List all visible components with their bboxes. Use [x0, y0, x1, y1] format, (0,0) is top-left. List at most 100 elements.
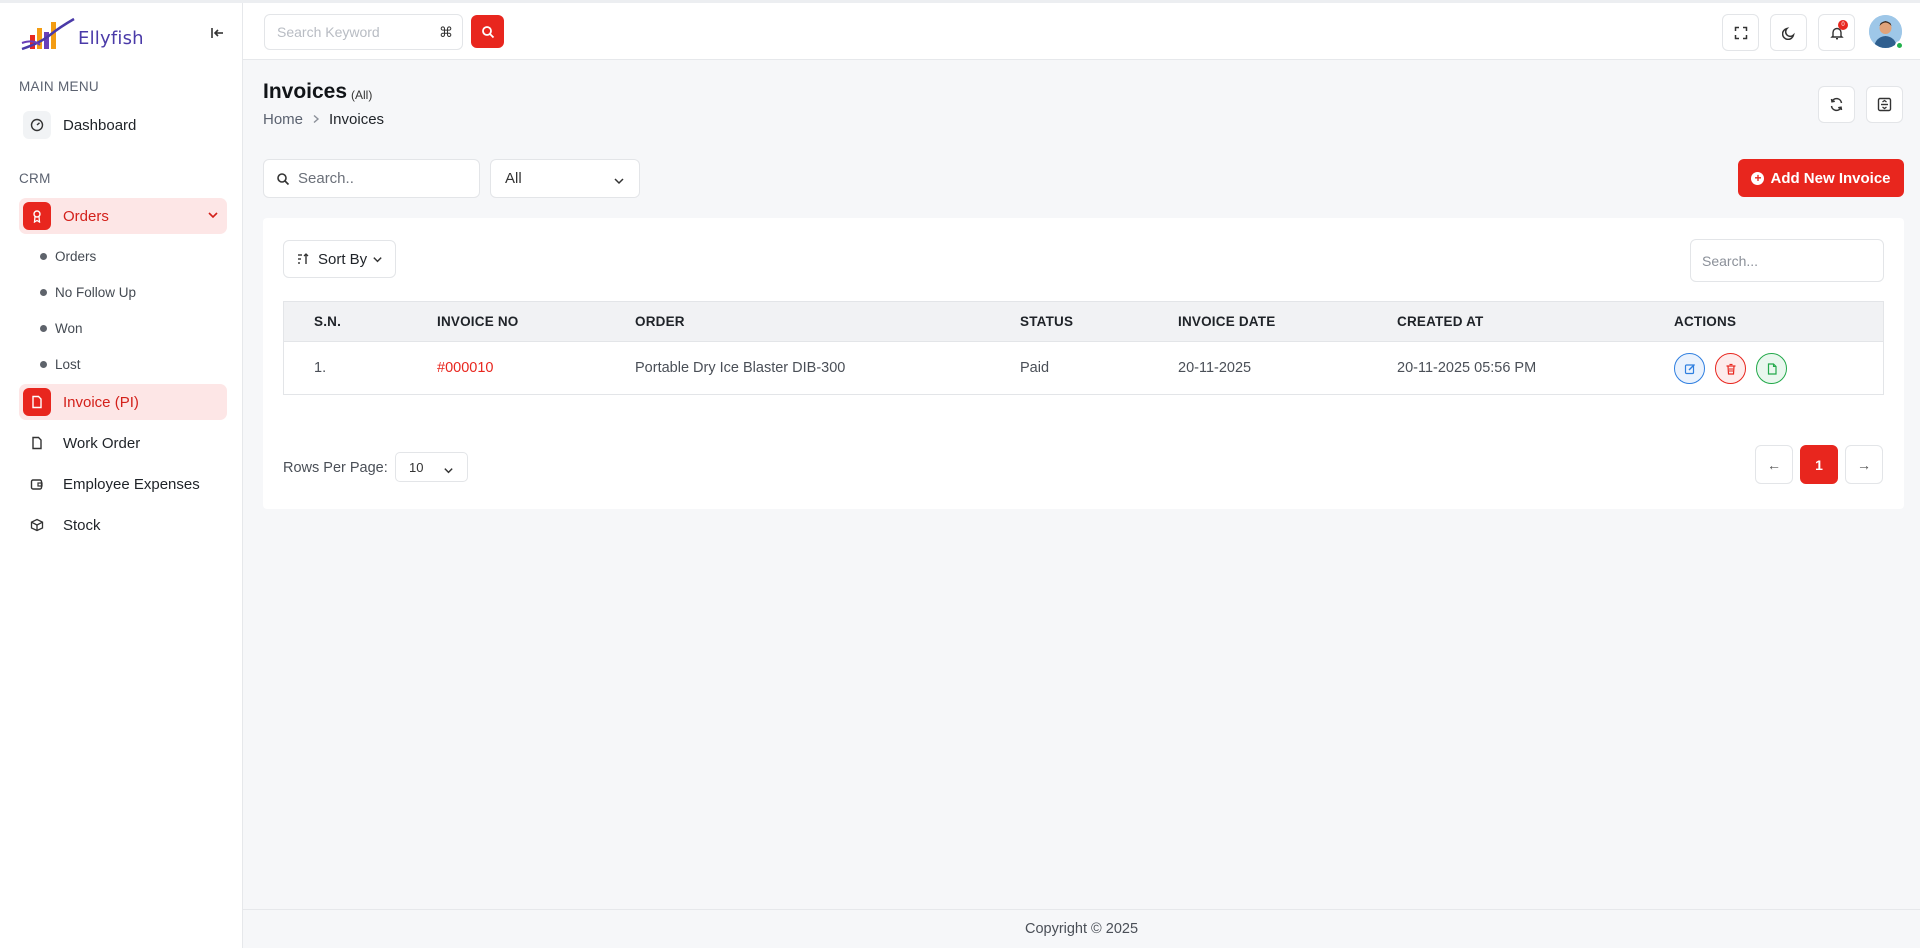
add-new-invoice-label: Add New Invoice: [1770, 169, 1891, 187]
breadcrumb: Home Invoices: [263, 111, 384, 128]
rows-per-page-label: Rows Per Page:: [283, 460, 388, 476]
bullet-icon: [40, 289, 47, 296]
collapse-left-icon: [211, 28, 223, 38]
sidebar-item-work-order[interactable]: Work Order: [19, 425, 227, 461]
sidebar-item-label: Dashboard: [63, 116, 137, 134]
search-icon: [277, 172, 290, 185]
column-header-created-at[interactable]: CREATED AT: [1397, 314, 1484, 329]
chevron-down-icon: [613, 174, 625, 191]
sidebar-item-employee-expenses[interactable]: Employee Expenses: [19, 466, 227, 502]
column-header-invoice-no[interactable]: INVOICE NO: [437, 314, 519, 329]
sidebar-item-dashboard[interactable]: Dashboard: [19, 107, 227, 143]
edit-button[interactable]: [1674, 353, 1705, 384]
cell-invoice-no-link[interactable]: #000010: [437, 360, 493, 376]
sort-by-button[interactable]: Sort By: [283, 240, 396, 278]
search-button[interactable]: [471, 15, 504, 48]
refresh-icon: [1830, 97, 1843, 112]
chevron-down-icon: [373, 256, 382, 262]
page-title: Invoices: [263, 80, 348, 103]
sidebar-collapse-button[interactable]: [205, 21, 229, 45]
sidebar-subitem-orders[interactable]: Orders: [40, 249, 96, 264]
breadcrumb-current: Invoices: [329, 111, 385, 128]
plus-circle-icon: +: [1751, 171, 1765, 185]
invoices-card: Sort By S.N. INVOICE NO ORDER STATUS INV…: [263, 218, 1904, 509]
table-row[interactable]: 1. #000010 Portable Dry Ice Blaster DIB-…: [284, 342, 1883, 394]
column-header-sn[interactable]: S.N.: [314, 314, 341, 329]
sidebar-subitem-label: Won: [55, 321, 83, 336]
sidebar-item-stock[interactable]: Stock: [19, 507, 227, 543]
top-header: ⌘ 0: [243, 3, 1920, 60]
page-1-button[interactable]: 1: [1800, 445, 1838, 484]
collapse-icon: [1877, 97, 1892, 112]
sidebar-item-label: Employee Expenses: [63, 475, 200, 493]
rows-per-page-select[interactable]: 10: [395, 452, 468, 482]
bullet-icon: [40, 325, 47, 332]
table-search-input[interactable]: [1702, 253, 1872, 269]
main-menu-label: MAIN MENU: [19, 79, 99, 94]
document-icon: [1767, 362, 1777, 375]
sidebar-item-orders[interactable]: Orders: [19, 198, 227, 234]
keyword-search[interactable]: ⌘: [264, 14, 463, 50]
cell-order: Portable Dry Ice Blaster DIB-300: [635, 360, 846, 376]
online-status-dot: [1895, 41, 1904, 50]
bullet-icon: [40, 253, 47, 260]
page-number: 1: [1815, 456, 1823, 473]
arrow-left-icon: ←: [1767, 456, 1781, 473]
sidebar-subitem-label: No Follow Up: [55, 285, 137, 300]
fullscreen-button[interactable]: [1722, 14, 1759, 51]
theme-toggle-button[interactable]: [1770, 14, 1807, 51]
view-document-button[interactable]: [1756, 353, 1787, 384]
cell-status: Paid: [1020, 360, 1050, 376]
collapse-header-button[interactable]: [1866, 86, 1903, 123]
sidebar-subitem-lost[interactable]: Lost: [40, 357, 81, 372]
search-icon: [481, 25, 494, 38]
sidebar-item-label: Stock: [63, 516, 101, 534]
invoice-search-input[interactable]: [298, 170, 468, 187]
table-search[interactable]: [1690, 239, 1884, 282]
sort-icon: [298, 253, 309, 264]
sort-by-label: Sort By: [318, 250, 368, 268]
box-icon: [23, 511, 51, 539]
award-icon: [23, 202, 51, 230]
notifications-button[interactable]: 0: [1818, 14, 1855, 51]
rows-per-page-value: 10: [409, 459, 424, 475]
sidebar-item-label: Work Order: [63, 434, 141, 452]
breadcrumb-home-link[interactable]: Home: [263, 111, 303, 128]
cell-created-at: 20-11-2025 05:56 PM: [1397, 360, 1537, 376]
column-header-order[interactable]: ORDER: [635, 314, 685, 329]
sidebar-subitem-label: Lost: [55, 357, 81, 372]
table-header: S.N. INVOICE NO ORDER STATUS INVOICE DAT…: [284, 302, 1883, 342]
file-icon: [23, 429, 51, 457]
prev-page-button[interactable]: ←: [1755, 445, 1793, 484]
delete-button[interactable]: [1715, 353, 1746, 384]
arrow-right-icon: →: [1857, 456, 1871, 473]
logo[interactable]: Ellyfish: [20, 13, 160, 55]
command-shortcut-icon: ⌘: [439, 24, 453, 40]
sidebar: Ellyfish MAIN MENU Dashboard CRM Orders …: [0, 3, 243, 948]
refresh-button[interactable]: [1818, 86, 1855, 123]
sidebar-item-label: Invoice (PI): [63, 393, 139, 411]
next-page-button[interactable]: →: [1845, 445, 1883, 484]
sidebar-subitem-no-follow-up[interactable]: No Follow Up: [40, 285, 136, 300]
trash-icon: [1726, 363, 1735, 375]
status-filter-select[interactable]: All: [490, 159, 640, 198]
file-icon: [23, 388, 51, 416]
invoice-filter-search[interactable]: [263, 159, 480, 198]
status-filter-value: All: [505, 170, 522, 187]
invoices-table: S.N. INVOICE NO ORDER STATUS INVOICE DAT…: [283, 301, 1884, 395]
chevron-down-icon: [207, 208, 219, 225]
column-header-invoice-date[interactable]: INVOICE DATE: [1178, 314, 1275, 329]
moon-icon: [1781, 26, 1795, 40]
cell-sn: 1.: [314, 360, 327, 376]
edit-icon: [1684, 363, 1695, 374]
sidebar-subitem-won[interactable]: Won: [40, 321, 83, 336]
sidebar-item-invoice[interactable]: Invoice (PI): [19, 384, 227, 420]
add-new-invoice-button[interactable]: + Add New Invoice: [1738, 159, 1904, 197]
copyright-text: Copyright © 2025: [1024, 921, 1139, 937]
wallet-icon: [23, 470, 51, 498]
column-header-status[interactable]: STATUS: [1020, 314, 1073, 329]
keyword-search-input[interactable]: [277, 24, 437, 40]
column-header-actions: ACTIONS: [1674, 314, 1737, 329]
cell-invoice-date: 20-11-2025: [1178, 360, 1252, 376]
sidebar-subitem-label: Orders: [55, 249, 97, 264]
